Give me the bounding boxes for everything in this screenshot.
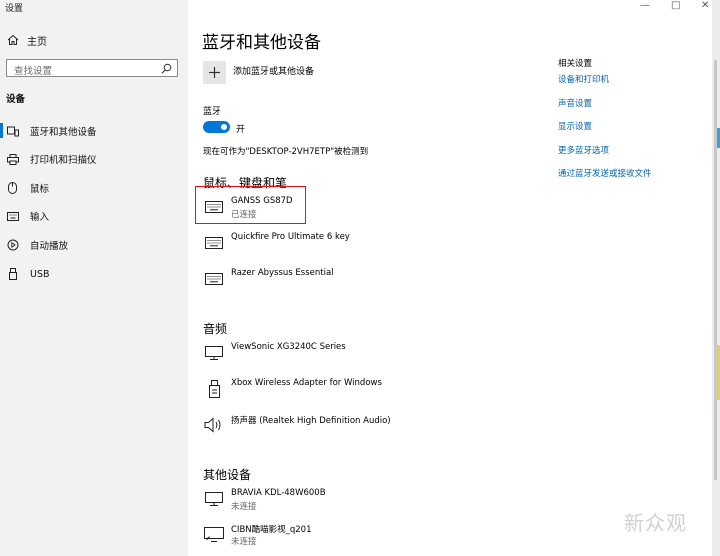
keyboard-icon (203, 232, 225, 254)
related-settings-title: 相关设置 (558, 59, 593, 69)
search-icon (161, 63, 172, 74)
add-device-button[interactable] (203, 61, 226, 84)
sidebar-item-label: 输入 (30, 212, 50, 223)
sidebar-item-typing[interactable]: 输入 (0, 208, 49, 224)
maximize-button[interactable]: □ (671, 0, 680, 12)
link-sound-settings[interactable]: 声音设置 (558, 97, 592, 109)
speaker-icon (203, 414, 225, 436)
link-devices-printers[interactable]: 设备和打印机 (558, 73, 609, 85)
device-name: Quickfire Pro Ultimate 6 key (231, 232, 350, 242)
minimize-button[interactable]: — (640, 0, 650, 12)
device-item[interactable]: BRAVIA KDL-48W600B 未连接 (203, 488, 403, 518)
sidebar-item-label: 鼠标 (30, 184, 50, 195)
device-item[interactable]: Quickfire Pro Ultimate 6 key (203, 232, 403, 262)
close-button[interactable]: ✕ (701, 0, 709, 12)
page-title: 蓝牙和其他设备 (202, 33, 321, 53)
device-item[interactable]: 扬声器 (Realtek High Definition Audio) (203, 414, 403, 444)
keyboard-icon (6, 211, 19, 221)
bluetooth-state: 开 (236, 125, 246, 135)
device-item[interactable]: CIBN酷喵影视_q201 未连接 (203, 523, 403, 553)
device-name: 扬声器 (Realtek High Definition Audio) (231, 416, 391, 426)
home-icon (7, 34, 19, 45)
toggle-knob (221, 124, 227, 130)
monitor-icon (203, 342, 225, 364)
bluetooth-devices-icon (6, 126, 19, 137)
usb-icon (6, 268, 19, 280)
watermark: 新众观 (624, 511, 687, 535)
device-item[interactable]: Xbox Wireless Adapter for Windows (203, 378, 403, 408)
section-title-audio: 音频 (203, 322, 228, 336)
cast-display-icon (203, 523, 225, 545)
device-name: ViewSonic XG3240C Series (231, 342, 346, 352)
sidebar-item-label: 蓝牙和其他设备 (30, 127, 97, 138)
monitor-icon (203, 488, 225, 510)
section-title-other: 其他设备 (203, 468, 252, 482)
link-display-settings[interactable]: 显示设置 (558, 120, 592, 132)
mouse-icon (6, 182, 19, 194)
sidebar-item-printers[interactable]: 打印机和扫描仪 (0, 151, 97, 167)
wireless-adapter-icon (203, 378, 225, 400)
home-nav[interactable]: 主页 (7, 32, 47, 48)
link-bluetooth-file-transfer[interactable]: 通过蓝牙发送或接收文件 (558, 167, 652, 179)
plus-icon (209, 67, 220, 78)
sidebar-section-title: 设备 (6, 94, 26, 105)
device-status: 未连接 (231, 537, 257, 547)
window-title: 设置 (5, 4, 24, 14)
sidebar-item-bluetooth[interactable]: 蓝牙和其他设备 (0, 123, 97, 139)
sidebar-item-autoplay[interactable]: 自动播放 (0, 237, 68, 253)
search-input[interactable]: 查找设置 (6, 59, 178, 77)
sidebar-item-mouse[interactable]: 鼠标 (0, 180, 49, 196)
bluetooth-toggle[interactable] (203, 121, 230, 133)
device-item[interactable]: Razer Abyssus Essential (203, 268, 403, 298)
device-name: Razer Abyssus Essential (231, 268, 334, 278)
keyboard-icon (203, 268, 225, 290)
scrollbar-thumb[interactable] (714, 60, 717, 480)
printer-icon (6, 153, 19, 165)
device-name: CIBN酷喵影视_q201 (231, 525, 312, 535)
search-placeholder: 查找设置 (14, 66, 53, 77)
home-label: 主页 (27, 36, 47, 48)
sidebar-item-label: 打印机和扫描仪 (30, 155, 97, 166)
link-more-bluetooth[interactable]: 更多蓝牙选项 (558, 144, 609, 156)
device-status: 未连接 (231, 502, 257, 512)
highlight-annotation (195, 186, 306, 224)
autoplay-icon (6, 239, 19, 251)
sidebar-item-usb[interactable]: USB (0, 266, 50, 282)
bluetooth-label: 蓝牙 (203, 107, 222, 117)
device-item[interactable]: ViewSonic XG3240C Series (203, 342, 403, 372)
sidebar-item-label: USB (30, 268, 50, 280)
device-name: BRAVIA KDL-48W600B (231, 488, 326, 498)
sidebar-item-label: 自动播放 (30, 241, 69, 252)
add-device-label[interactable]: 添加蓝牙或其他设备 (233, 64, 314, 77)
device-name: Xbox Wireless Adapter for Windows (231, 378, 382, 388)
discoverable-text: 现在可作为"DESKTOP-2VH7ETP"被检测到 (203, 147, 369, 157)
